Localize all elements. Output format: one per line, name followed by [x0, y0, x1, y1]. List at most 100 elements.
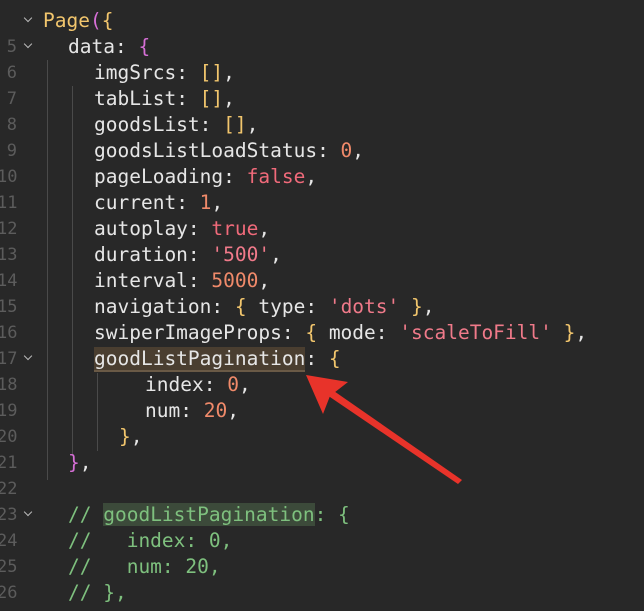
token-string: 'dots'	[328, 295, 400, 318]
token-comma: ,	[258, 269, 271, 292]
token-colon: :	[317, 139, 341, 162]
code-line[interactable]: 13 autoplay: true,	[0, 216, 644, 265]
comment-line: // },	[68, 581, 127, 604]
comment-line: // index: 0,	[68, 529, 233, 552]
code-line[interactable]: 18 goodListPagination: {	[0, 346, 644, 395]
code-line[interactable]: 5 Page({	[0, 8, 644, 57]
code-line[interactable]: 22 },	[0, 450, 644, 499]
line-number: 27	[0, 606, 17, 611]
token-colon: :	[187, 269, 212, 292]
token-colon: :	[305, 295, 329, 318]
token-string: 'scaleToFill'	[399, 321, 552, 344]
comment-line: // num: 20,	[68, 555, 221, 578]
token-comma: ,	[422, 295, 435, 318]
token-key: data	[68, 35, 115, 58]
token-brace: {	[305, 321, 329, 344]
code-line[interactable]: 21 },	[0, 424, 644, 473]
token-colon: :	[375, 321, 400, 344]
token-key: navigation	[94, 295, 212, 318]
token-colon: :	[176, 61, 200, 84]
fold-chevron-icon[interactable]	[23, 34, 35, 60]
code-line[interactable]: 27 // },	[0, 580, 644, 611]
token-key: interval	[94, 269, 188, 292]
fold-chevron-icon[interactable]	[23, 502, 35, 528]
token-comma: ,	[246, 113, 259, 136]
token-key: autoplay	[94, 217, 188, 240]
token-array: []	[199, 61, 224, 84]
code-line[interactable]: 16 navigation: { type: 'dots' },	[0, 294, 644, 343]
token-paren: (	[89, 9, 102, 32]
highlighted-key-goodListPagination: goodListPagination	[94, 347, 306, 372]
token-comma: ,	[223, 87, 235, 110]
code-line[interactable]: 7 imgSrcs: [],	[0, 60, 644, 109]
token-key: goodsListLoadStatus	[94, 139, 318, 162]
token-comma: ,	[211, 191, 224, 214]
token-key: tabList	[94, 87, 177, 110]
token-comma: ,	[258, 217, 271, 240]
code-line[interactable]: 9 goodsList: [],	[0, 112, 644, 161]
code-line[interactable]: 17 swiperImageProps: { mode: 'scaleToFil…	[0, 320, 644, 369]
token-colon: :	[281, 321, 306, 344]
token-brace: }	[399, 295, 423, 318]
token-key: mode	[328, 321, 376, 344]
token-key: goodsList	[94, 113, 200, 136]
code-line[interactable]: 14 duration: '500',	[0, 242, 644, 291]
token-key: type	[258, 295, 306, 318]
token-brace: {	[328, 347, 341, 370]
token-function: Page	[43, 9, 90, 32]
token-colon: :	[176, 87, 200, 110]
token-comma: ,	[305, 165, 318, 188]
token-comma: ,	[227, 399, 239, 422]
token-brace: {	[101, 9, 114, 32]
comment-suffix: : {	[314, 503, 350, 526]
token-number: 0	[227, 373, 239, 396]
token-comma: ,	[223, 61, 235, 84]
highlighted-comment-goodListPagination: goodListPagination	[103, 503, 315, 526]
code-line[interactable]: 20 num: 20,	[0, 398, 644, 447]
token-colon: :	[180, 399, 204, 422]
token-colon: :	[211, 295, 235, 318]
fold-chevron-icon[interactable]	[23, 8, 35, 34]
code-line[interactable]: 8 tabList: [],	[0, 86, 644, 135]
code-line[interactable]: 10 goodsListLoadStatus: 0,	[0, 138, 644, 187]
token-colon: :	[199, 113, 224, 136]
token-colon: :	[223, 165, 247, 188]
token-colon: :	[176, 191, 200, 214]
token-colon: :	[203, 373, 228, 396]
token-number: 0	[340, 139, 353, 162]
code-line[interactable]: 15 interval: 5000,	[0, 268, 644, 317]
token-key: duration	[94, 243, 188, 266]
token-brace: {	[234, 295, 259, 318]
token-key: swiperImageProps	[94, 321, 282, 344]
token-comma: ,	[238, 373, 251, 396]
code-line[interactable]: 12 current: 1,	[0, 190, 644, 239]
code-line[interactable]: 26 // num: 20,	[0, 554, 644, 603]
token-colon: :	[114, 35, 139, 58]
token-comma: ,	[130, 425, 143, 448]
fold-chevron-icon[interactable]	[23, 346, 35, 372]
token-comma: ,	[352, 139, 365, 162]
token-key: imgSrcs	[94, 61, 177, 84]
code-line[interactable]: 24 // goodListPagination: {	[0, 502, 644, 551]
token-key: num	[145, 399, 181, 422]
token-number: 5000	[211, 269, 259, 292]
code-line[interactable]: 25 // index: 0,	[0, 528, 644, 577]
token-comma: ,	[575, 321, 588, 344]
token-number: 1	[199, 191, 212, 214]
token-key: current	[94, 191, 177, 214]
code-line[interactable]: 23	[0, 476, 644, 525]
token-brace: }	[68, 451, 80, 474]
code-editor[interactable]: 5 Page({ 6 data: { 7 imgSrcs: [], 8 tabL…	[0, 0, 644, 611]
token-key: index	[145, 373, 204, 396]
token-array: []	[199, 87, 224, 110]
token-brace: {	[138, 35, 151, 58]
token-brace: }	[551, 321, 576, 344]
token-boolean: false	[246, 165, 306, 188]
token-number: 20	[203, 399, 228, 422]
token-colon: :	[305, 347, 329, 370]
comment-prefix: //	[68, 503, 104, 526]
token-array: []	[223, 113, 247, 136]
code-line[interactable]: 19 index: 0,	[0, 372, 644, 421]
code-line[interactable]: 6 data: {	[0, 34, 644, 83]
code-line[interactable]: 11 pageLoading: false,	[0, 164, 644, 213]
